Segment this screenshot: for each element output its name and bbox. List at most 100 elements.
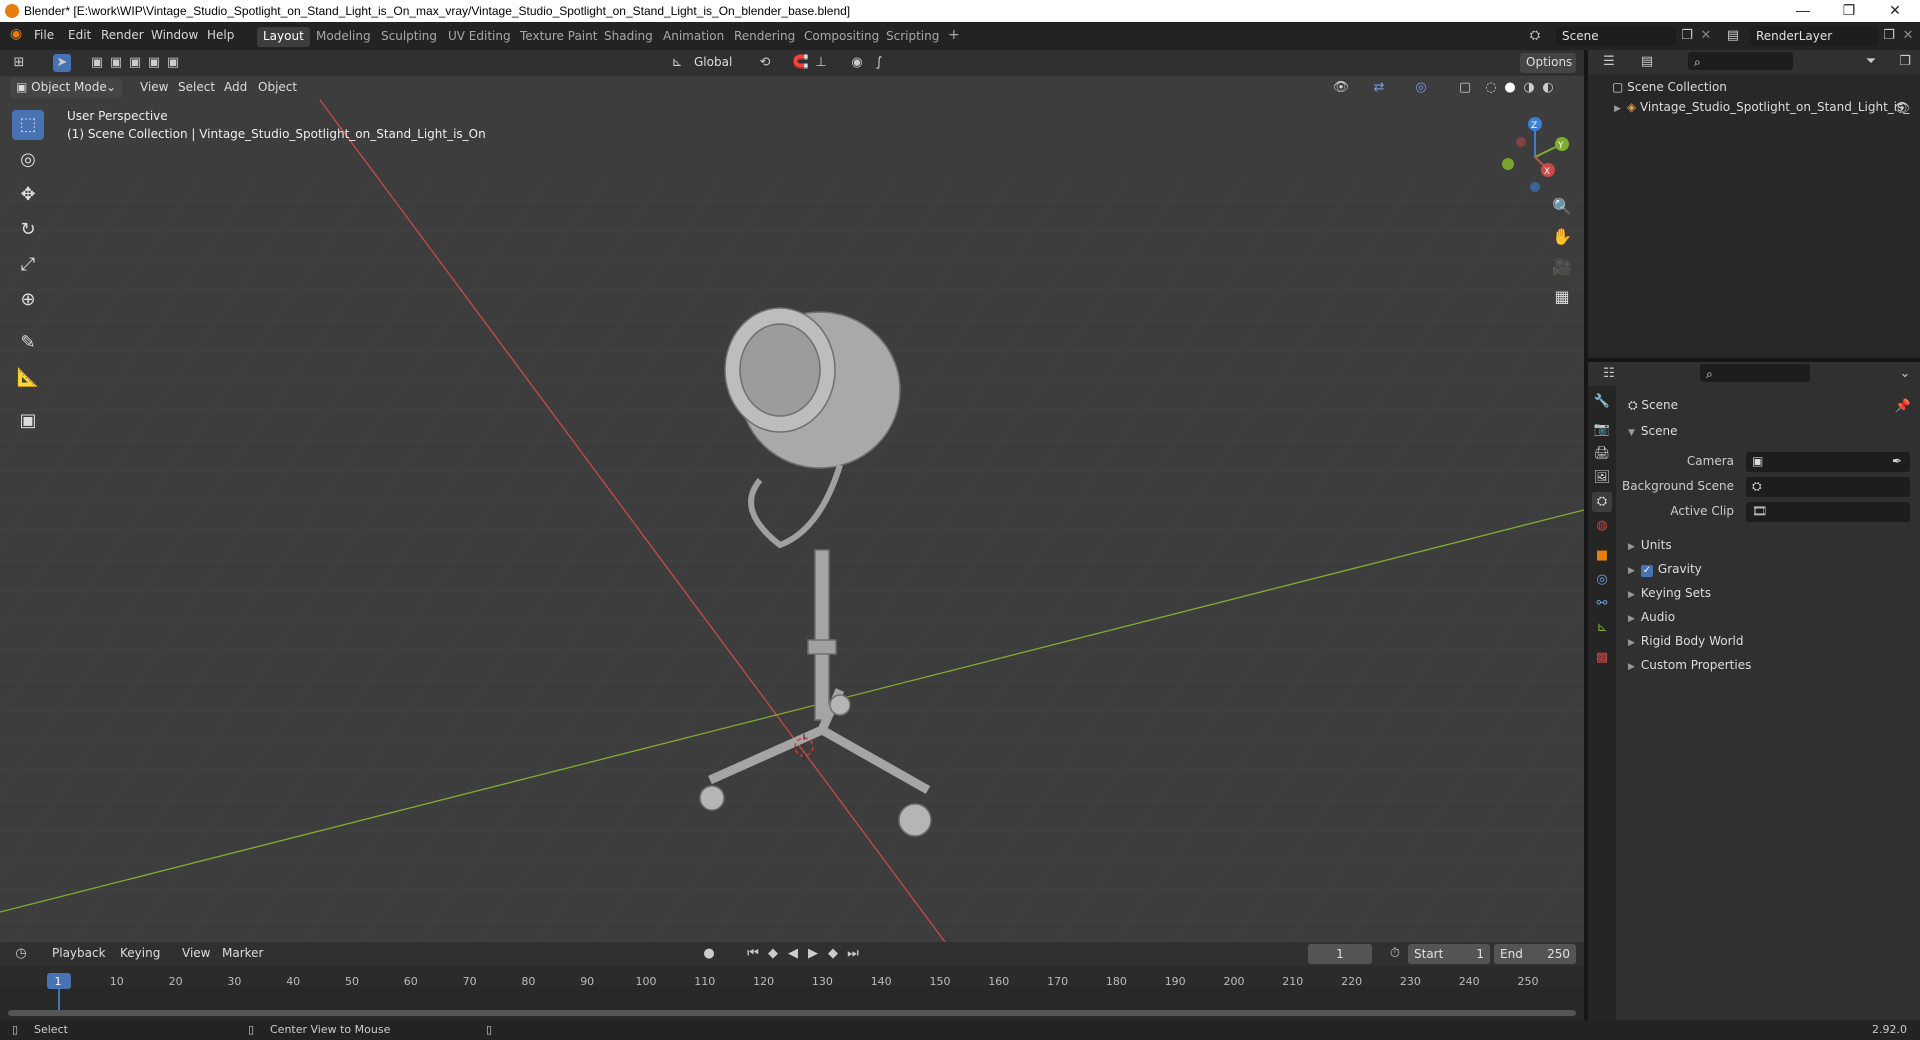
menu-timeline-view[interactable]: View: [176, 944, 216, 964]
falloff-icon[interactable]: ∫: [870, 54, 888, 72]
panel-keying-sets[interactable]: ▶ Keying Sets: [1628, 586, 1711, 600]
current-frame-field[interactable]: 1: [1308, 944, 1372, 964]
scale-tool-icon[interactable]: ⤢: [12, 250, 44, 280]
display-mode-icon[interactable]: ▤: [1638, 53, 1656, 71]
scene-selector[interactable]: Scene: [1556, 26, 1676, 46]
new-render-layer-icon[interactable]: ❐: [1880, 27, 1898, 45]
scene-collection-row[interactable]: ▢ Scene Collection: [1612, 80, 1727, 94]
select-tool-icon[interactable]: ➤: [53, 54, 71, 72]
scene-icon[interactable]: ⛭: [1526, 27, 1544, 45]
camera-view-icon[interactable]: 🎥: [1548, 253, 1576, 281]
add-cube-tool-icon[interactable]: ▣: [12, 406, 44, 436]
menu-view[interactable]: View: [134, 78, 174, 98]
tab-texture-paint[interactable]: Texture Paint: [514, 27, 603, 47]
pan-hand-icon[interactable]: ✋: [1548, 223, 1576, 251]
gizmo-toggle-icon[interactable]: ⇄: [1370, 79, 1388, 97]
ortho-grid-icon[interactable]: ▦: [1548, 283, 1576, 311]
select-intersect-icon[interactable]: ▣: [164, 54, 182, 72]
filter-icon[interactable]: ⏷: [1862, 53, 1880, 71]
properties-editor-icon[interactable]: ☷: [1600, 365, 1618, 383]
tool-tab-icon[interactable]: 🔧: [1592, 392, 1612, 412]
delete-render-layer-icon[interactable]: ✕: [1899, 27, 1917, 45]
panel-audio[interactable]: ▶ Audio: [1628, 610, 1675, 624]
constraints-tab-icon[interactable]: ⚯: [1592, 594, 1612, 614]
tab-shading[interactable]: Shading: [598, 27, 659, 47]
menu-window[interactable]: Window: [151, 28, 198, 42]
menu-file[interactable]: File: [34, 28, 54, 42]
wireframe-shading-icon[interactable]: ◌: [1482, 79, 1500, 97]
proportional-edit-icon[interactable]: ◉: [848, 54, 866, 72]
tab-animation[interactable]: Animation: [657, 27, 730, 47]
zoom-icon[interactable]: 🔍: [1548, 193, 1576, 221]
tab-layout[interactable]: Layout: [257, 27, 310, 47]
scene-section-header[interactable]: ▼ Scene: [1628, 424, 1678, 438]
orientation-dropdown[interactable]: Global: [688, 53, 744, 73]
physics-tab-icon[interactable]: ◎: [1592, 570, 1612, 590]
pivot-icon[interactable]: ⟲: [756, 54, 774, 72]
play-icon[interactable]: ▶: [804, 945, 822, 963]
outliner-object-row[interactable]: ▶ ◈ Vintage_Studio_Spotlight_on_Stand_Lig…: [1614, 100, 1909, 114]
select-subtract-icon[interactable]: ▣: [126, 54, 144, 72]
camera-field[interactable]: ▣ ✒: [1746, 452, 1910, 472]
snap-icon[interactable]: 🧲: [792, 54, 810, 72]
tab-sculpting[interactable]: Sculpting: [375, 27, 443, 47]
gravity-checkbox[interactable]: ✓: [1640, 565, 1653, 577]
tweak-tool-icon[interactable]: ⬚: [12, 110, 44, 140]
select-new-icon[interactable]: ▣: [88, 54, 106, 72]
cursor-tool-icon[interactable]: ◎: [12, 145, 44, 175]
object-tab-icon[interactable]: ■: [1592, 546, 1612, 566]
eyedropper-icon[interactable]: ✒: [1892, 454, 1902, 468]
blender-menu-icon[interactable]: ◉: [10, 26, 22, 42]
menu-render[interactable]: Render: [101, 28, 144, 42]
menu-help[interactable]: Help: [207, 28, 234, 42]
editor-type-icon[interactable]: ⊞: [10, 54, 28, 72]
menu-select[interactable]: Select: [172, 78, 221, 98]
xray-toggle-icon[interactable]: ▢: [1456, 79, 1474, 97]
timeline-editor-icon[interactable]: ◷: [12, 945, 30, 963]
tab-scripting[interactable]: Scripting: [880, 27, 945, 47]
select-extend-icon[interactable]: ▣: [107, 54, 125, 72]
next-keyframe-icon[interactable]: ◆: [824, 945, 842, 963]
properties-search-input[interactable]: ⌕: [1700, 364, 1810, 382]
outliner-search-input[interactable]: ⌕: [1688, 52, 1793, 70]
render-tab-icon[interactable]: 📷: [1592, 420, 1612, 440]
menu-playback[interactable]: Playback: [46, 944, 112, 964]
3d-viewport[interactable]: ⊞ ➤ ▣ ▣ ▣ ▣ ▣ ⊾ Global ⟲ 🧲 ⊥ ◉ ∫ Options…: [0, 50, 1584, 942]
snap-increment-icon[interactable]: ⊥: [812, 54, 830, 72]
new-scene-icon[interactable]: ❐: [1678, 27, 1696, 45]
tab-compositing[interactable]: Compositing: [798, 27, 885, 47]
prev-keyframe-icon[interactable]: ◆: [764, 945, 782, 963]
object-mode-dropdown[interactable]: ▣ Object Mode ⌄: [10, 78, 122, 98]
minimize-button[interactable]: —: [1780, 2, 1826, 18]
play-reverse-icon[interactable]: ◀: [784, 945, 802, 963]
rotate-tool-icon[interactable]: ↻: [12, 215, 44, 245]
menu-keying[interactable]: Keying: [114, 944, 166, 964]
restore-button[interactable]: ❐: [1826, 2, 1872, 19]
annotate-tool-icon[interactable]: ✎: [12, 328, 44, 358]
panel-rigid-body-world[interactable]: ▶ Rigid Body World: [1628, 634, 1743, 648]
jump-start-icon[interactable]: ⏮: [744, 945, 762, 963]
move-tool-icon[interactable]: ✥: [12, 180, 44, 210]
delete-scene-icon[interactable]: ✕: [1697, 27, 1715, 45]
render-layer-icon[interactable]: ▤: [1724, 27, 1742, 45]
output-tab-icon[interactable]: 🖨: [1592, 444, 1612, 464]
chevron-down-icon[interactable]: ⌄: [1896, 365, 1914, 383]
material-shading-icon[interactable]: ◑: [1520, 79, 1538, 97]
end-frame-field[interactable]: End 250: [1494, 944, 1576, 964]
close-button[interactable]: ✕: [1872, 2, 1918, 19]
timeline-editor[interactable]: ◷ Playback Keying View Marker ● ⏮ ◆ ◀ ▶ …: [0, 942, 1584, 1020]
tab-rendering[interactable]: Rendering: [728, 27, 801, 47]
background-scene-field[interactable]: ⛭: [1746, 477, 1910, 497]
timer-icon[interactable]: ⏱: [1386, 945, 1404, 963]
measure-tool-icon[interactable]: 📐: [12, 363, 44, 393]
data-tab-icon[interactable]: ⊾: [1592, 618, 1612, 638]
timeline-scrollbar[interactable]: [8, 1010, 1576, 1016]
new-collection-icon[interactable]: ❐: [1896, 53, 1914, 71]
jump-end-icon[interactable]: ⏭: [844, 945, 862, 963]
render-layer-selector[interactable]: RenderLayer: [1750, 26, 1878, 46]
solid-shading-icon[interactable]: ●: [1501, 79, 1519, 97]
rendered-shading-icon[interactable]: ◐: [1539, 79, 1557, 97]
pin-icon[interactable]: 📌: [1894, 398, 1912, 416]
tab-modeling[interactable]: Modeling: [310, 27, 377, 47]
scene-tab-icon[interactable]: ⛭: [1592, 492, 1612, 512]
